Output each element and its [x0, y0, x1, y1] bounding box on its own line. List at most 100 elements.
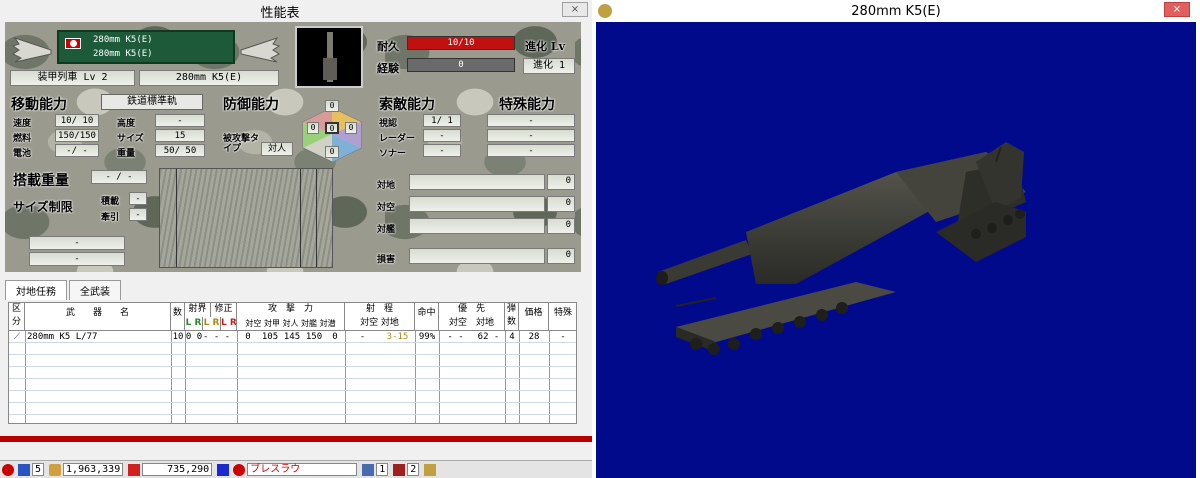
radar-value: - [423, 129, 461, 142]
table-row[interactable] [9, 404, 576, 415]
durability-label: 耐久 [377, 40, 399, 53]
turn-value: 1 [376, 463, 389, 476]
unit-3d-view[interactable] [596, 22, 1196, 478]
weapon-priority-ground: 62 - [477, 332, 500, 342]
weapon-range-air: - [359, 332, 366, 342]
map-icon [217, 463, 230, 476]
col-lr-2: L R [203, 317, 221, 331]
vs-ship-value: 0 [547, 218, 575, 234]
armor-bottom: 0 [325, 146, 339, 158]
col-priority: 優 先 [439, 303, 505, 317]
defense-title: 防御能力 [223, 97, 279, 113]
vs-ship-bar [409, 218, 545, 234]
vs-air-value: 0 [547, 196, 575, 212]
fuel-label: 燃料 [13, 134, 32, 144]
col-accuracy: 命中 [415, 303, 439, 331]
unit-view-window: 280mm K5(E) ⨯ [592, 0, 1200, 478]
battery-value: -/ - [55, 144, 99, 157]
vs-ship-label: 対艦 [377, 225, 396, 235]
weight-value: 50/ 50 [155, 144, 205, 157]
col-price: 価格 [519, 303, 549, 331]
class-level-field: 装甲列車 Lv 2 [10, 70, 135, 86]
size-limit-title: サイズ制限 [13, 200, 73, 214]
col-lr-1: L R [185, 317, 203, 331]
sonar-label: ソナー [379, 149, 407, 159]
close-button[interactable]: ⨯ [562, 2, 588, 17]
col-count: 数 [171, 303, 185, 331]
weapon-shakai: 0 0 [185, 332, 203, 342]
speed-value: 10/ 10 [55, 114, 99, 127]
tab-bar: 対地任務 全武装 [5, 280, 123, 300]
col-special: 特殊 [553, 308, 572, 318]
table-row[interactable] [9, 344, 576, 355]
unit-view-close-button[interactable]: ⨯ [1164, 2, 1190, 17]
weapon-count: 10 [172, 332, 184, 342]
experience-bar: 0 [407, 58, 515, 72]
money-icon [49, 463, 62, 476]
armor-right: 0 [345, 122, 357, 134]
altitude-value: - [155, 114, 205, 127]
performance-window: 性能表 ⨯ 280mm K5(E) 280mm K5(E) 装甲列車 Lv 2 … [0, 0, 592, 478]
fuel-value: 150/150 [55, 129, 99, 142]
turn-icon[interactable] [362, 463, 375, 476]
table-row[interactable] [9, 368, 576, 379]
weapon-special: - [560, 332, 566, 342]
col-range-sub: 対空 対地 [345, 317, 415, 331]
vs-ground-bar [409, 174, 545, 190]
col-lr-3: L R [221, 317, 237, 331]
weapon-ap: 145 [283, 332, 301, 342]
phase-value: 2 [407, 463, 420, 476]
col-kubun: 区分 [9, 303, 25, 331]
sonar-value: - [423, 144, 461, 157]
armor-left: 0 [307, 122, 319, 134]
search-title: 索敵能力 [379, 97, 435, 113]
stats-panel: 280mm K5(E) 280mm K5(E) 装甲列車 Lv 2 280mm … [5, 22, 581, 272]
col-range: 射 程 [345, 303, 415, 317]
tab-ground-mission[interactable]: 対地任務 [5, 280, 67, 300]
weapon-price: 28 [528, 332, 540, 342]
unit-count-icon[interactable] [18, 463, 30, 476]
col-shakai: 射界 [185, 303, 211, 317]
wing-emblem-icon [11, 37, 52, 63]
durability-bar: 10/10 [407, 36, 515, 50]
cargo-slots [159, 168, 333, 268]
evolution-label: 進化 Lv [525, 40, 565, 53]
weapon-priority-air: - - [447, 332, 464, 342]
mobility-title: 移動能力 [11, 97, 67, 113]
damage-value: 0 [547, 248, 575, 264]
table-row[interactable]: ⟋ 280mm K5 L/77 10 0 0 - - - - 0 105 145… [9, 332, 576, 343]
shell-icon: ⟋ [13, 332, 21, 342]
weapon-table-header: 区分 武 器 名 数 射界 修正 L R L R L R 攻 撃 力 対空 対甲… [9, 303, 576, 331]
weapon-as: 150 [305, 332, 323, 342]
table-row[interactable] [9, 392, 576, 403]
load-label: 積載 [101, 197, 120, 207]
table-row[interactable] [9, 356, 576, 367]
weapon-at: 105 [261, 332, 279, 342]
visual-label: 視認 [379, 119, 398, 129]
weapon-fix: - - - - [203, 332, 237, 342]
resource-value: 735,290 [142, 463, 213, 476]
weapon-ammo: 4 [509, 332, 515, 342]
size-label: サイズ [117, 134, 144, 144]
battery-label: 電池 [13, 149, 32, 159]
weapon-accuracy: 99% [418, 332, 436, 342]
damage-bar [409, 248, 545, 264]
tab-all-weapons[interactable]: 全武装 [69, 280, 121, 300]
window-title: 性能表 [260, 5, 300, 21]
altitude-label: 高度 [117, 119, 136, 129]
unit-name-line2: 280mm K5(E) [93, 49, 153, 59]
officer-icon[interactable] [424, 463, 437, 476]
load-value: - [129, 192, 147, 205]
size-value: 15 [155, 129, 205, 142]
special-value-2: - [487, 129, 575, 142]
phase-icon[interactable] [393, 463, 406, 476]
unit-view-title: 280mm K5(E) [851, 3, 941, 19]
rail-type-button[interactable]: 鉄道標準軌 [101, 94, 203, 110]
damage-label: 損害 [377, 255, 396, 265]
tow-value: - [129, 208, 147, 221]
table-row[interactable] [9, 380, 576, 391]
weapon-asub: 0 [332, 332, 338, 342]
red-divider [0, 436, 592, 442]
flag-icon [65, 38, 81, 49]
unit-count: 5 [32, 463, 45, 476]
